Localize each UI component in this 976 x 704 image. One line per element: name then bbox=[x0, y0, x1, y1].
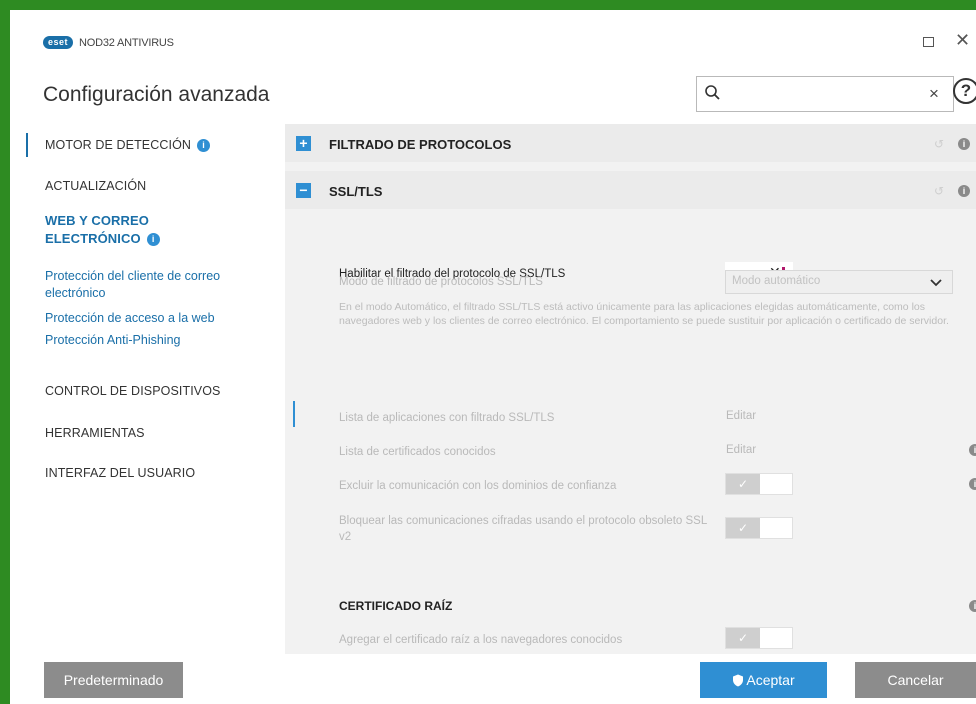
info-icon[interactable]: i bbox=[969, 478, 976, 490]
cancel-button[interactable]: Cancelar bbox=[855, 662, 976, 698]
sidebar-item-detection-engine[interactable]: MOTOR DE DETECCIÓN i bbox=[45, 138, 211, 153]
sidebar-selection-indicator bbox=[26, 133, 28, 157]
sidebar-item-update[interactable]: ACTUALIZACIÓN bbox=[45, 179, 146, 193]
settings-panel: + FILTRADO DE PROTOCOLOS ↺ i − SSL/TLS ↺… bbox=[285, 124, 976, 654]
help-icon[interactable]: ? bbox=[953, 78, 976, 104]
chevron-down-icon bbox=[930, 279, 942, 287]
revert-icon[interactable]: ↺ bbox=[934, 137, 944, 151]
expand-icon[interactable]: + bbox=[296, 136, 311, 151]
sidebar-subitem-anti-phishing[interactable]: Protección Anti-Phishing bbox=[45, 332, 181, 349]
select-value: Modo automático bbox=[732, 275, 821, 287]
sidebar-subitem-email-client[interactable]: Protección del cliente de correo electró… bbox=[45, 268, 265, 302]
eset-logo: eset bbox=[43, 36, 74, 49]
sidebar-item-label: WEB Y CORREO ELECTRÓNICO bbox=[45, 213, 150, 246]
info-icon[interactable]: i bbox=[969, 444, 976, 456]
ssl-mode-label: Modo de filtrado de protocolos SSL/TLS bbox=[339, 276, 543, 288]
product-name: NOD32 ANTIVIRUS bbox=[79, 36, 174, 49]
ssl-mode-select[interactable]: Modo automático bbox=[725, 270, 953, 294]
maximize-icon[interactable] bbox=[923, 37, 934, 47]
root-cert-heading: CERTIFICADO RAÍZ bbox=[339, 599, 453, 613]
cert-list-label: Lista de certificados conocidos bbox=[339, 446, 496, 458]
app-window: eset NOD32 ANTIVIRUS ✕ Configuración ava… bbox=[10, 10, 976, 704]
exclude-trusted-toggle[interactable]: ✓ bbox=[725, 473, 793, 495]
sidebar-item-device-control[interactable]: CONTROL DE DISPOSITIVOS bbox=[45, 384, 220, 398]
section-title: SSL/TLS bbox=[329, 184, 383, 199]
sidebar-subitem-web-access[interactable]: Protección de acceso a la web bbox=[45, 310, 215, 327]
sidebar-item-web-email[interactable]: WEB Y CORREO ELECTRÓNICO i bbox=[45, 212, 235, 248]
app-list-label: Lista de aplicaciones con filtrado SSL/T… bbox=[339, 412, 555, 424]
check-icon: ✓ bbox=[726, 518, 760, 538]
app-list-edit-link[interactable]: Editar bbox=[726, 410, 756, 422]
exclude-trusted-label: Excluir la comunicación con los dominios… bbox=[339, 480, 617, 492]
shield-icon bbox=[733, 674, 744, 687]
sidebar-item-user-interface[interactable]: INTERFAZ DEL USUARIO bbox=[45, 466, 195, 480]
brand: eset NOD32 ANTIVIRUS bbox=[43, 36, 174, 49]
add-root-cert-toggle[interactable]: ✓ bbox=[725, 627, 793, 649]
search-input[interactable] bbox=[727, 83, 922, 105]
search-box[interactable]: × bbox=[696, 76, 954, 112]
row-focus-indicator bbox=[293, 401, 295, 427]
search-icon bbox=[705, 85, 720, 100]
default-button[interactable]: Predeterminado bbox=[44, 662, 183, 698]
title-bar: eset NOD32 ANTIVIRUS ✕ bbox=[10, 10, 976, 70]
cert-list-edit-link[interactable]: Editar bbox=[726, 444, 756, 456]
info-icon[interactable]: i bbox=[969, 600, 976, 612]
check-icon: ✓ bbox=[726, 474, 760, 494]
add-root-cert-label: Agregar el certificado raíz a los navega… bbox=[339, 634, 623, 646]
info-icon[interactable]: i bbox=[197, 139, 211, 153]
revert-icon[interactable]: ↺ bbox=[934, 184, 944, 198]
section-protocol-filtering[interactable]: + FILTRADO DE PROTOCOLOS ↺ i bbox=[285, 124, 976, 162]
info-icon[interactable]: i bbox=[146, 233, 160, 247]
check-icon: ✓ bbox=[726, 628, 760, 648]
sidebar-item-tools[interactable]: HERRAMIENTAS bbox=[45, 426, 145, 440]
section-ssl-tls[interactable]: − SSL/TLS ↺ i bbox=[285, 171, 976, 209]
accept-button[interactable]: Aceptar bbox=[700, 662, 827, 698]
section-title: FILTRADO DE PROTOCOLOS bbox=[329, 137, 512, 152]
block-sslv2-label: Bloquear las comunicaciones cifradas usa… bbox=[339, 515, 707, 543]
ssl-mode-description: En el modo Automático, el filtrado SSL/T… bbox=[339, 301, 949, 327]
footer: Predeterminado Aceptar Cancelar bbox=[10, 654, 976, 704]
close-icon[interactable]: ✕ bbox=[955, 30, 970, 50]
collapse-icon[interactable]: − bbox=[296, 183, 311, 198]
sidebar-item-label: MOTOR DE DETECCIÓN bbox=[45, 138, 192, 152]
info-icon[interactable]: i bbox=[958, 185, 970, 197]
accept-label: Aceptar bbox=[746, 672, 795, 688]
page-title: Configuración avanzada bbox=[43, 83, 270, 106]
block-sslv2-toggle[interactable]: ✓ bbox=[725, 517, 793, 539]
sidebar: MOTOR DE DETECCIÓN i ACTUALIZACIÓN WEB Y … bbox=[10, 124, 280, 654]
clear-search-icon[interactable]: × bbox=[929, 84, 939, 104]
info-icon[interactable]: i bbox=[958, 138, 970, 150]
